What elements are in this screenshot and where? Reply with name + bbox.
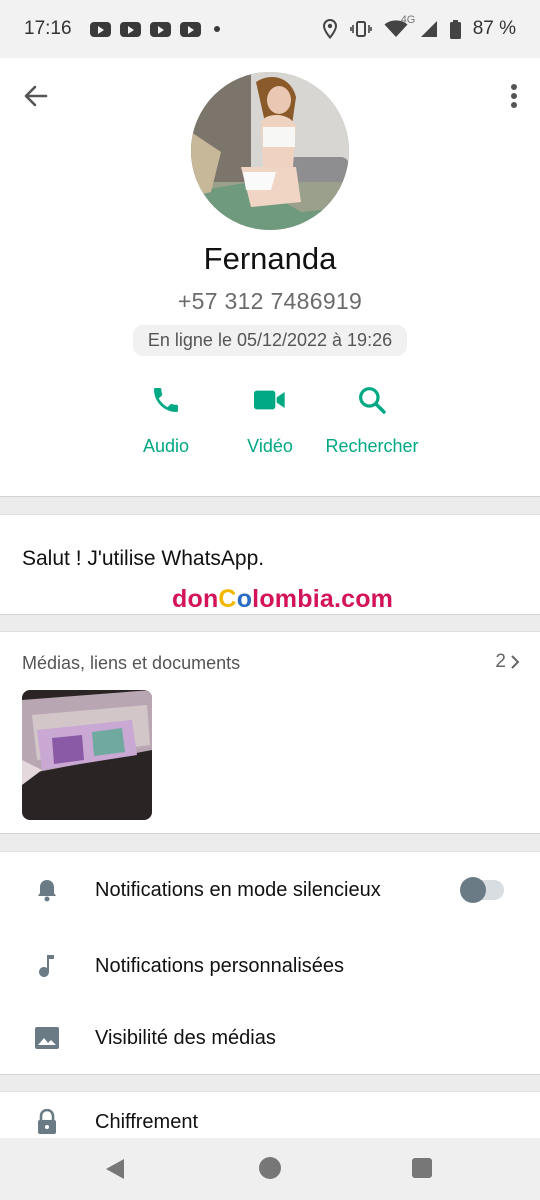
about-text: Salut ! J'utilise WhatsApp. [22, 547, 265, 570]
watermark: donColombia.com [172, 585, 394, 613]
media-visibility-row[interactable]: Visibilité des médias [0, 1008, 540, 1068]
music-note-icon [39, 955, 54, 977]
nav-recents-icon[interactable] [412, 1158, 432, 1178]
youtube-icon [89, 21, 111, 37]
mute-notifications-label: Notifications en mode silencieux [95, 878, 381, 901]
settings-section: Notifications en mode silencieux Notific… [0, 851, 540, 1075]
media-count[interactable]: 2 [495, 651, 520, 673]
vibrate-icon [349, 21, 372, 37]
custom-notifications-row[interactable]: Notifications personnalisées [0, 936, 540, 996]
youtube-icon [149, 21, 171, 37]
media-thumbnail[interactable] [22, 690, 152, 820]
image-icon [35, 1027, 59, 1049]
video-icon [254, 390, 285, 410]
search-button[interactable]: Rechercher [312, 384, 432, 457]
nav-back-icon[interactable] [104, 1158, 126, 1180]
more-vert-icon[interactable] [508, 82, 520, 110]
encryption-section: Chiffrement [0, 1091, 540, 1138]
youtube-icon [179, 21, 201, 37]
media-section: Médias, liens et documents 2 [0, 631, 540, 834]
bell-icon [38, 880, 56, 902]
encryption-label: Chiffrement [95, 1110, 199, 1133]
search-icon [359, 387, 386, 414]
audio-label: Audio [142, 436, 190, 456]
arrow-back-icon[interactable] [22, 82, 50, 110]
avatar[interactable] [191, 72, 349, 230]
contact-header: Fernanda +57 312 7486919 En ligne le 05/… [0, 58, 540, 497]
lock-icon [38, 1109, 56, 1134]
system-nav-bar [0, 1138, 540, 1200]
about-section[interactable]: Salut ! J'utilise WhatsApp. donColombia.… [0, 514, 540, 615]
audio-call-button[interactable]: Audio [106, 384, 226, 457]
location-icon [322, 19, 337, 39]
contact-phone: +57 312 7486919 [177, 288, 363, 314]
mute-toggle[interactable] [460, 877, 504, 903]
more-notifications-dot [213, 26, 220, 32]
network-type: 4G [400, 14, 416, 26]
media-title[interactable]: Médias, liens et documents [22, 653, 240, 674]
status-time: 17:16 [24, 18, 72, 39]
status-bar: 17:16 4G 87 % [0, 0, 540, 58]
phone-icon [154, 388, 178, 412]
toggle-knob [460, 877, 486, 903]
encryption-row[interactable]: Chiffrement [0, 1092, 540, 1138]
chevron-right-icon [511, 655, 520, 669]
battery-icon [449, 19, 461, 39]
nav-home-icon[interactable] [259, 1157, 281, 1179]
signal-icon [420, 21, 437, 37]
last-seen-badge: En ligne le 05/12/2022 à 19:26 [133, 325, 407, 356]
youtube-icon [119, 21, 141, 37]
mute-notifications-row[interactable]: Notifications en mode silencieux [0, 860, 540, 920]
custom-notifications-label: Notifications personnalisées [95, 954, 345, 977]
search-label: Rechercher [325, 436, 419, 456]
contact-name: Fernanda [203, 241, 337, 276]
battery-level: 87 % [472, 18, 516, 39]
media-visibility-label: Visibilité des médias [95, 1026, 276, 1049]
